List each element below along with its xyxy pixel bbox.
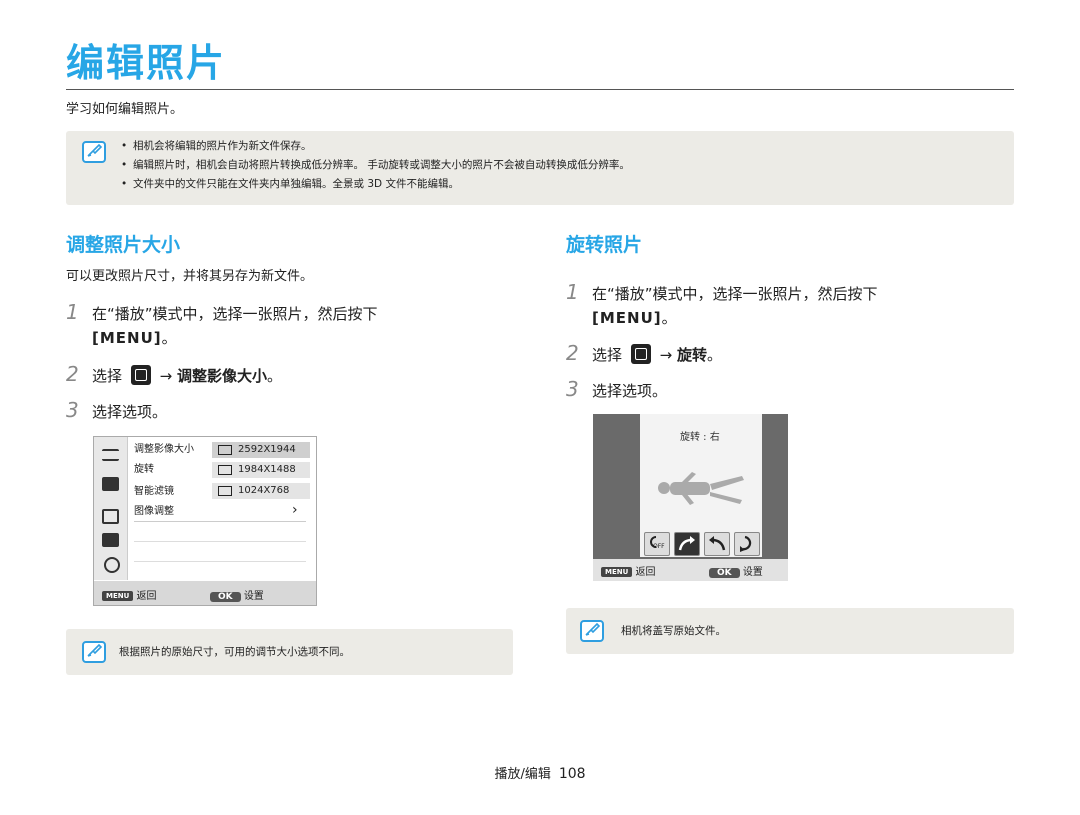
edit-icon [630,344,651,364]
divider [134,561,306,562]
note-icon [82,141,106,163]
back-label: 返回 [635,567,656,578]
page-title: 编辑照片 [66,41,227,85]
menu-key-label: [MENU] [92,329,162,347]
note-text: 相机将盖写原始文件。 [621,625,726,637]
rotate-off-icon [650,536,657,548]
step-number: 1 [66,300,79,324]
resize-step-2: 2 选择 → 调整影像大小。 [66,362,282,388]
menu-key[interactable]: MENU [102,591,134,601]
settings-icon [102,533,119,547]
rotate-step-2: 2 选择 → 旋转。 [566,341,722,367]
step-text: 在“播放”模式中，选择一张照片，然后按下 [92,305,378,323]
set-label: 设置 [243,591,264,602]
divider [134,521,306,522]
rotate-left-button[interactable] [704,532,730,556]
rotate-180-icon [740,535,752,552]
page-number: 108 [558,766,586,782]
arrow-glyph: → [159,367,173,385]
rotate-note-box: 相机将盖写原始文件。 [566,608,1014,654]
step-number: 1 [566,280,579,304]
step-text: 选择选项。 [92,403,168,421]
title-divider [66,89,1014,90]
divider [134,541,306,542]
menu-target: 旋转 [676,346,707,364]
note-icon [580,620,604,642]
footer-section: 播放/编辑 [494,767,551,782]
note-icon [82,641,106,663]
rotate-180-button[interactable] [734,532,760,556]
step-text: 选择 [592,346,623,364]
size-icon [218,445,232,455]
list-item: 相机会将编辑的照片作为新文件保存。 [121,137,630,156]
step-number: 3 [566,377,579,401]
size-option[interactable]: 1984X1488 [212,462,310,478]
menu-item[interactable]: 旋转 [134,461,154,479]
step-text: 在“播放”模式中，选择一张照片，然后按下 [592,285,878,303]
slideshow-icon [102,509,119,524]
camera-screen-rotate: 旋转 : 右 OFF MENU 返回 OK 设置 [593,414,788,581]
menu-target: 调整影像大小 [176,367,267,385]
size-icon [218,465,232,475]
submenu-arrow: › [292,502,298,518]
back-label: 返回 [136,591,157,602]
step-number: 3 [66,398,79,422]
list-item: 文件夹中的文件只能在文件夹内单独编辑。全景或 3D 文件不能编辑。 [121,175,630,194]
size-option[interactable]: 1024X768 [212,483,310,499]
menu-item[interactable]: 智能滤镜 [134,483,174,501]
edit-icon [130,365,151,385]
page-footer: 播放/编辑 108 [0,763,1080,782]
resize-note-box: 根据照片的原始尺寸，可用的调节大小选项不同。 [66,629,513,675]
rotate-step-1: 1 在“播放”模式中，选择一张照片，然后按下 [MENU]。 [566,280,986,330]
size-icon [218,486,232,496]
target-icon [104,557,120,573]
ok-key[interactable]: OK [709,568,740,578]
size-label: 2592X1944 [238,444,296,455]
step-end: 。 [706,346,722,364]
step-number: 2 [66,362,79,386]
top-note-list: 相机会将编辑的照片作为新文件保存。 编辑照片时，相机会自动将照片转换成低分辨率。… [121,137,630,194]
step-end: 。 [661,309,677,327]
resize-step-1: 1 在“播放”模式中，选择一张照片，然后按下 [MENU]。 [66,300,486,350]
edit-icon [102,477,119,491]
rotate-step-3: 3 选择选项。 [566,377,667,403]
adjust-icon [102,449,119,461]
menu-key-label: [MENU] [592,309,662,327]
set-label: 设置 [742,567,763,578]
menu-key[interactable]: MENU [601,567,633,577]
step-end: 。 [266,367,282,385]
step-end: 。 [161,329,177,347]
camera-bottom-bar: MENU 返回 OK 设置 [94,581,316,605]
step-text: 选择选项。 [592,382,668,400]
camera-screen-resize: 调整影像大小 旋转 智能滤镜 图像调整 › 2592X1944 1984X148… [93,436,317,606]
step-text: 选择 [92,367,123,385]
rotate-left-icon [709,536,726,551]
arrow-glyph: → [659,346,673,364]
size-option[interactable]: 2592X1944 [212,442,310,458]
rotate-label: 旋转 : 右 [680,432,720,443]
rotate-right-button[interactable] [674,532,700,556]
menu-item[interactable]: 调整影像大小 [134,441,194,459]
size-label: 1024X768 [238,485,290,496]
menu-item[interactable]: 图像调整 [134,503,174,521]
resize-description: 可以更改照片尺寸，并将其另存为新文件。 [66,269,314,284]
rotated-figure-icon [658,472,744,505]
resize-step-3: 3 选择选项。 [66,398,167,424]
camera-sidebar [94,437,128,580]
camera-bottom-bar: MENU 返回 OK 设置 [593,559,788,581]
rotate-heading: 旋转照片 [566,234,643,256]
list-item: 编辑照片时，相机会自动将照片转换成低分辨率。 手动旋转或调整大小的照片不会被自动… [121,156,630,175]
rotate-off-button[interactable]: OFF [644,532,670,556]
step-number: 2 [566,341,579,365]
ok-key[interactable]: OK [210,592,241,602]
page-subtitle: 学习如何编辑照片。 [66,102,184,117]
top-note-box: 相机会将编辑的照片作为新文件保存。 编辑照片时，相机会自动将照片转换成低分辨率。… [66,131,1014,205]
rotate-right-icon [678,536,695,551]
resize-heading: 调整照片大小 [66,234,181,256]
size-label: 1984X1488 [238,464,296,475]
note-text: 根据照片的原始尺寸，可用的调节大小选项不同。 [119,646,350,658]
